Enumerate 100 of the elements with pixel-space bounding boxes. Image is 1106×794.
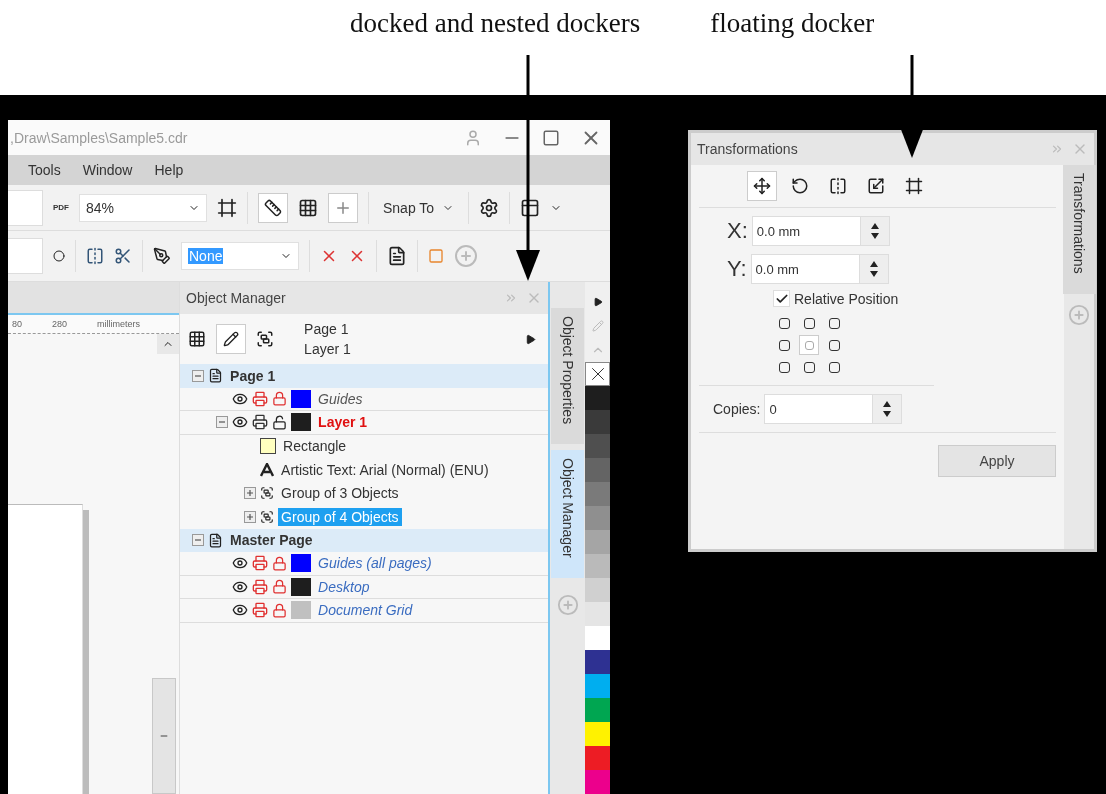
layers-icon[interactable]: [188, 330, 207, 348]
ruler-toggle[interactable]: [258, 192, 288, 223]
tree-label[interactable]: Document Grid: [315, 601, 416, 620]
color-swatch[interactable]: [585, 530, 610, 554]
checkbox[interactable]: [773, 290, 790, 307]
scrollbar-thumb[interactable]: [152, 678, 177, 794]
no-color-swatch[interactable]: [585, 362, 610, 386]
tree-label[interactable]: Desktop: [315, 577, 373, 596]
expand-icon[interactable]: [244, 510, 257, 523]
pencil-icon: [223, 331, 240, 347]
group-icon[interactable]: [256, 330, 275, 348]
tree-label[interactable]: Layer 1: [315, 413, 371, 432]
lock-icon[interactable]: [272, 391, 288, 407]
menu-item[interactable]: Tools: [28, 162, 61, 178]
color-swatch[interactable]: [585, 386, 610, 410]
mirror-icon: [829, 177, 847, 195]
group-icon: [260, 509, 275, 524]
docker-tab[interactable]: Object Properties: [551, 308, 585, 445]
guidelines-toggle[interactable]: [328, 192, 358, 223]
page-icon: [208, 368, 224, 384]
group-icon: [260, 486, 275, 501]
size-icon: [867, 177, 885, 195]
rotate-icon: [791, 177, 809, 195]
docker-tab[interactable]: Object Manager: [551, 450, 585, 578]
lock-icon[interactable]: [272, 602, 288, 618]
lock-icon[interactable]: [272, 555, 288, 571]
menu-item[interactable]: Help: [154, 162, 184, 178]
docker-tab[interactable]: Transformations: [1062, 165, 1096, 294]
apply-button[interactable]: Apply: [938, 445, 1056, 477]
ruler-icon: [264, 198, 282, 217]
tree-label[interactable]: Master Page: [227, 531, 316, 550]
pen-icon[interactable]: [153, 247, 171, 265]
copies-label: Copies:: [713, 401, 761, 417]
tree-label[interactable]: Rectangle: [280, 437, 350, 456]
ruler-label: 80: [12, 319, 22, 329]
current-layer: Layer 1: [304, 341, 352, 357]
color-swatch[interactable]: [585, 746, 610, 770]
user-icon[interactable]: [464, 128, 482, 147]
tree-label[interactable]: Guides: [315, 389, 366, 408]
grid-icon[interactable]: [298, 197, 318, 218]
settings-icon[interactable]: [479, 197, 500, 218]
ruler-unit: millimeters: [97, 319, 141, 329]
maximize-icon[interactable]: [542, 128, 560, 147]
x-field[interactable]: 0.0 mm: [751, 216, 890, 246]
snap-dropdown[interactable]: Snap To: [379, 195, 459, 220]
annotation-caption: docked and nested dockers: [350, 8, 641, 39]
lock-icon[interactable]: [272, 579, 288, 595]
scroll-up-button[interactable]: [157, 334, 180, 354]
panel-title: Transformations: [697, 141, 798, 157]
printer-icon[interactable]: [252, 414, 269, 431]
position-icon: [753, 177, 771, 195]
color-swatch[interactable]: [585, 698, 610, 722]
color-swatch[interactable]: [585, 482, 610, 506]
collapse-icon[interactable]: [192, 534, 205, 547]
color-swatch[interactable]: [585, 410, 610, 434]
copies-field[interactable]: 0: [764, 394, 903, 424]
collapse-icon[interactable]: [192, 369, 205, 382]
checkbox-label: Relative Position: [794, 290, 899, 307]
x-label: X:: [727, 218, 748, 244]
page-icon: [208, 532, 224, 548]
window-title: ,Draw\Samples\Sample5.cdr: [10, 129, 189, 146]
tree-label[interactable]: Page 1: [227, 366, 279, 385]
flyout-arrow-icon[interactable]: [525, 333, 537, 345]
tree-label[interactable]: Group of 3 Objects: [278, 484, 402, 503]
rectangle-icon: [260, 438, 277, 455]
palette-flyout-icon[interactable]: [592, 297, 603, 307]
zoom-combo[interactable]: 84%: [79, 193, 207, 222]
collapse-icon[interactable]: [216, 416, 229, 429]
color-swatch[interactable]: [585, 674, 610, 698]
color-swatch[interactable]: [585, 722, 610, 746]
page-row[interactable]: Page 1: [180, 364, 549, 388]
color-swatch[interactable]: [585, 434, 610, 458]
page-row[interactable]: Master Page: [180, 528, 549, 552]
annotation-caption: floating docker: [710, 8, 875, 39]
color-swatch[interactable]: [585, 458, 610, 482]
window-layout-icon[interactable]: [520, 197, 541, 218]
position-mode-button[interactable]: [747, 171, 777, 201]
edit-layers-toggle[interactable]: [216, 324, 247, 354]
menu-item[interactable]: Window: [82, 162, 133, 178]
tree-label[interactable]: Artistic Text: Arial (Normal) (ENU): [278, 460, 492, 479]
color-swatch[interactable]: [585, 602, 610, 626]
expand-icon[interactable]: [244, 487, 257, 500]
unlock-icon[interactable]: [272, 414, 288, 430]
pdf-button[interactable]: PDF: [53, 203, 69, 212]
color-swatch[interactable]: [585, 770, 610, 794]
color-swatch[interactable]: [585, 506, 610, 530]
ruler-label: 280: [52, 319, 68, 329]
y-label: Y:: [727, 256, 747, 282]
circle-icon[interactable]: [53, 250, 65, 262]
y-field[interactable]: 0.0 mm: [750, 254, 889, 284]
flip-icon[interactable]: [86, 247, 104, 265]
color-swatch[interactable]: [585, 578, 610, 602]
current-page: Page 1: [304, 321, 350, 337]
panel-title: Object Manager: [186, 290, 286, 306]
color-swatch[interactable]: [585, 554, 610, 578]
size-field[interactable]: [8, 238, 43, 274]
tree-label[interactable]: Guides (all pages): [315, 554, 435, 573]
color-swatch[interactable]: [585, 650, 610, 674]
color-swatch[interactable]: [585, 626, 610, 650]
letter-icon: [260, 462, 275, 477]
